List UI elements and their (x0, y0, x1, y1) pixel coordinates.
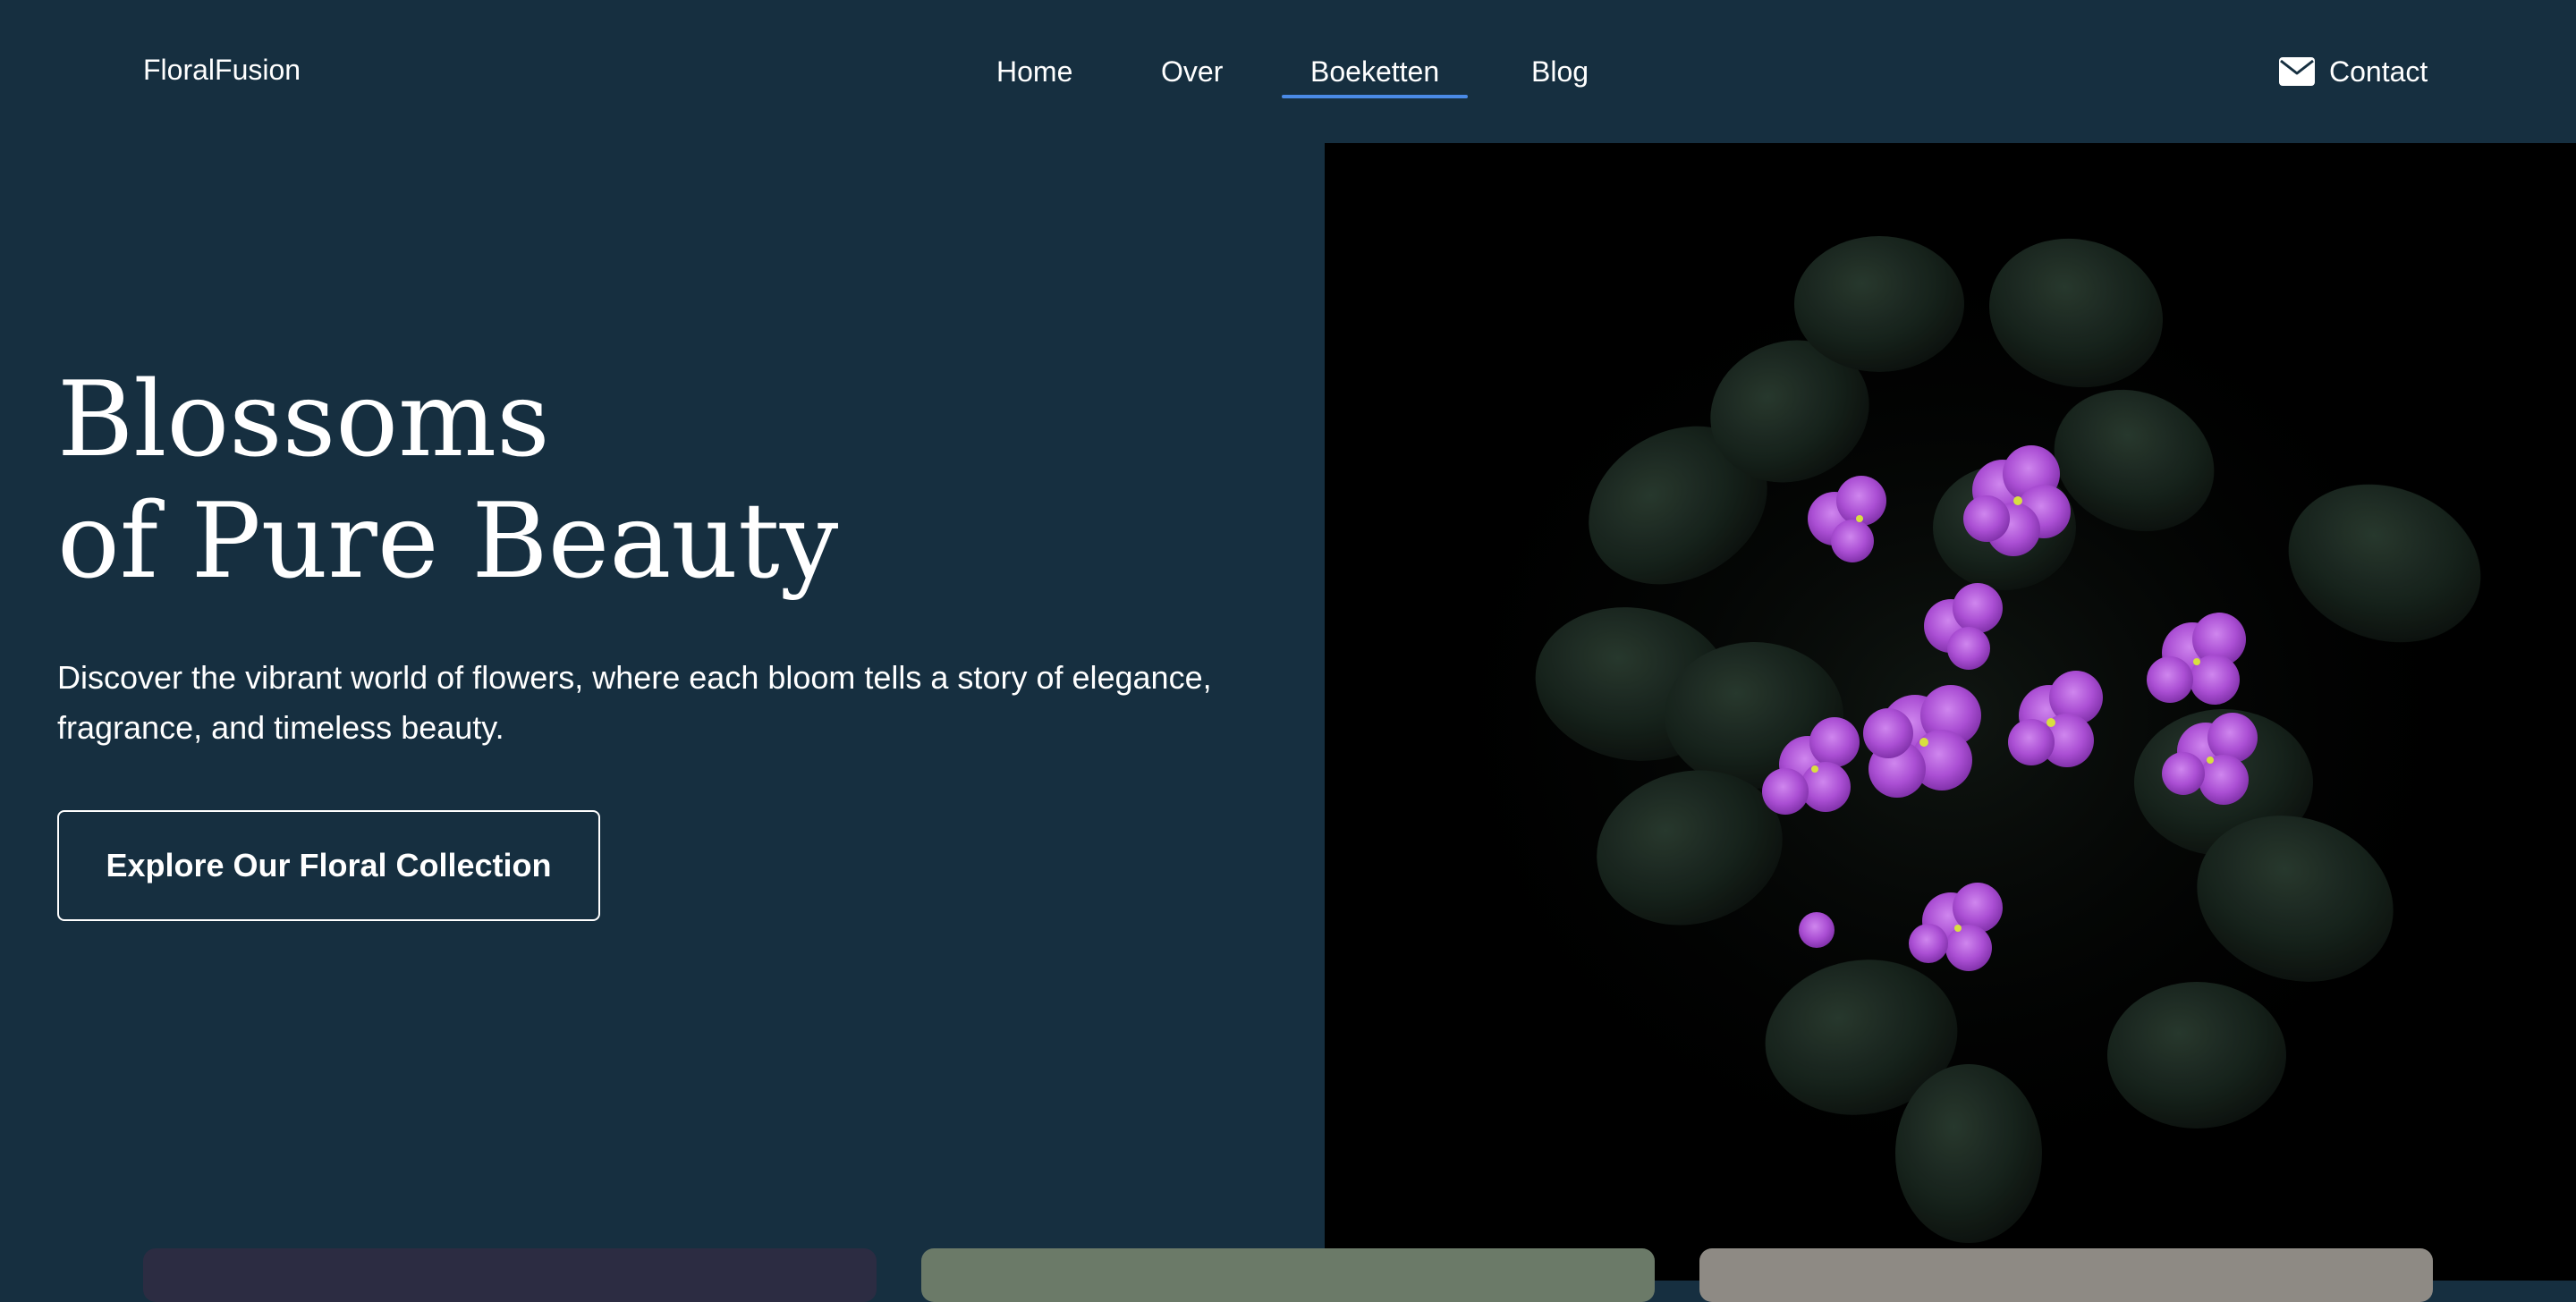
hero-title-line-2: of Pure Beauty (57, 481, 839, 602)
nav-link-blog[interactable]: Blog (1531, 50, 1589, 93)
feature-card-3[interactable] (1699, 1248, 2433, 1302)
main-nav: Home Over Boeketten Blog (0, 50, 2576, 104)
nav-link-home[interactable]: Home (996, 50, 1072, 93)
contact-link[interactable]: Contact (2279, 50, 2428, 93)
envelope-icon (2279, 57, 2315, 86)
nav-link-over[interactable]: Over (1161, 50, 1223, 93)
hero-subtitle: Discover the vibrant world of flowers, w… (57, 659, 1212, 746)
contact-label: Contact (2329, 55, 2428, 88)
feature-card-2[interactable] (921, 1248, 1655, 1302)
explore-collection-button[interactable]: Explore Our Floral Collection (57, 810, 600, 921)
flower-illustration (1396, 215, 2505, 1243)
african-violet-photo (1325, 143, 2576, 1281)
nav-link-boeketten[interactable]: Boeketten (1281, 50, 1469, 98)
feature-card-1[interactable] (143, 1248, 877, 1302)
hero-title-line-1: Blossoms (57, 359, 550, 480)
hero-title: Blossoms of Pure Beauty (57, 359, 838, 603)
top-navbar: FloralFusion Home Over Boeketten Blog Co… (0, 0, 2576, 143)
